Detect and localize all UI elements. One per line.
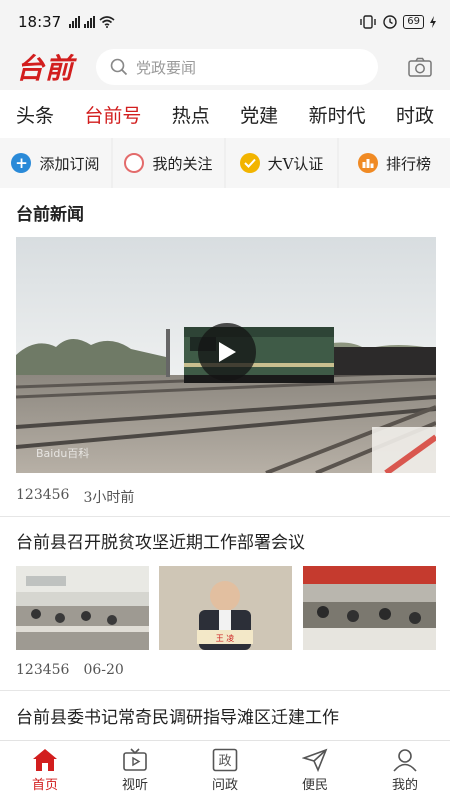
divider [0, 516, 450, 517]
camera-icon [408, 57, 432, 77]
play-icon [219, 342, 236, 362]
battery-indicator: 69 [403, 15, 424, 29]
divider [0, 690, 450, 691]
status-right: 69 [359, 15, 436, 29]
view-count: 123456 [16, 487, 70, 503]
tab-redian[interactable]: 热点 [172, 101, 210, 128]
ranking-icon [357, 153, 378, 173]
vibrate-icon [360, 15, 376, 29]
nav-profile[interactable]: 我的 [360, 741, 450, 800]
wifi-icon [99, 16, 115, 28]
app-header: 台前 党政要闻 [0, 44, 450, 90]
check-circle-icon [239, 153, 260, 173]
tab-shizheng[interactable]: 时政 [396, 101, 434, 128]
ranking-button[interactable]: 排行榜 [339, 138, 450, 188]
article-thumbnails: 王 凌 [16, 566, 436, 650]
view-count: 123456 [16, 662, 70, 678]
charging-icon [430, 16, 436, 28]
nav-wenzheng-label: 问政 [211, 778, 238, 793]
zheng-icon: 政 [212, 748, 238, 772]
user-icon [393, 749, 417, 772]
my-follows-button[interactable]: 我的关注 [113, 138, 224, 188]
svg-text:政: 政 [218, 754, 231, 769]
home-icon [33, 749, 57, 771]
nav-profile-label: 我的 [391, 778, 418, 793]
my-follows-label: 我的关注 [152, 154, 213, 173]
signal-icons [69, 16, 115, 28]
image-watermark: Baidu百科 [36, 447, 90, 460]
nav-audio-video-label: 视听 [121, 778, 148, 793]
ranking-label: 排行榜 [385, 154, 431, 173]
tv-play-icon [123, 748, 147, 771]
tab-taiqianhao[interactable]: 台前号 [84, 101, 141, 128]
verified-v-button[interactable]: 大V认证 [226, 138, 337, 188]
nav-wenzheng[interactable]: 政 问政 [180, 741, 270, 800]
status-time: 18:37 [18, 13, 62, 31]
camera-button[interactable] [406, 55, 434, 79]
plus-circle-icon: + [11, 153, 32, 173]
add-subscription-button[interactable]: + 添加订阅 [0, 138, 111, 188]
section-title: 台前新闻 [16, 205, 84, 225]
add-subscription-label: 添加订阅 [39, 154, 100, 173]
svg-text:王 凌: 王 凌 [216, 633, 235, 643]
article-thumbnail-2[interactable]: 王 凌 [159, 566, 293, 650]
play-button[interactable] [198, 323, 256, 381]
nav-home-label: 首页 [31, 778, 58, 793]
publish-time: 06-20 [83, 662, 124, 678]
nav-home[interactable]: 首页 [0, 741, 90, 800]
verified-v-label: 大V认证 [267, 154, 324, 173]
nav-bianmin-label: 便民 [301, 778, 328, 793]
status-bar: 18:37 69 [0, 0, 450, 44]
search-icon [110, 58, 128, 76]
video-thumbnail[interactable]: Baidu百科 [16, 237, 436, 473]
alarm-icon [383, 15, 397, 29]
nav-audio-video[interactable]: 视听 [90, 741, 180, 800]
bottom-nav: 首页 视听 政 问政 便民 我的 [0, 740, 450, 800]
category-tabs: 头条 台前号 热点 党建 新时代 时政 [0, 90, 450, 138]
signal-icon [69, 16, 81, 28]
app-logo: 台前 [16, 52, 75, 85]
tab-xinshidai[interactable]: 新时代 [309, 101, 366, 128]
tab-toutiao[interactable]: 头条 [16, 101, 54, 128]
send-icon [302, 748, 328, 772]
circle-outline-icon [124, 153, 145, 173]
article-thumbnail-3[interactable] [302, 566, 436, 650]
search-bar[interactable]: 党政要闻 [96, 49, 378, 85]
article-title-2[interactable]: 台前县委书记常奇民调研指导滩区迁建工作 [16, 703, 339, 728]
search-placeholder: 党政要闻 [136, 58, 197, 77]
video-meta: 123456 3小时前 [16, 487, 134, 507]
article-title[interactable]: 台前县召开脱贫攻坚近期工作部署会议 [16, 528, 305, 553]
signal-icon-2 [84, 16, 96, 28]
article-thumbnail-1[interactable] [16, 566, 149, 650]
quick-actions-bar: + 添加订阅 我的关注 大V认证 排行榜 [0, 138, 450, 188]
article-meta: 123456 06-20 [16, 662, 124, 678]
nav-bianmin[interactable]: 便民 [270, 741, 360, 800]
publish-time: 3小时前 [83, 490, 135, 506]
tab-dangjian[interactable]: 党建 [240, 101, 278, 128]
